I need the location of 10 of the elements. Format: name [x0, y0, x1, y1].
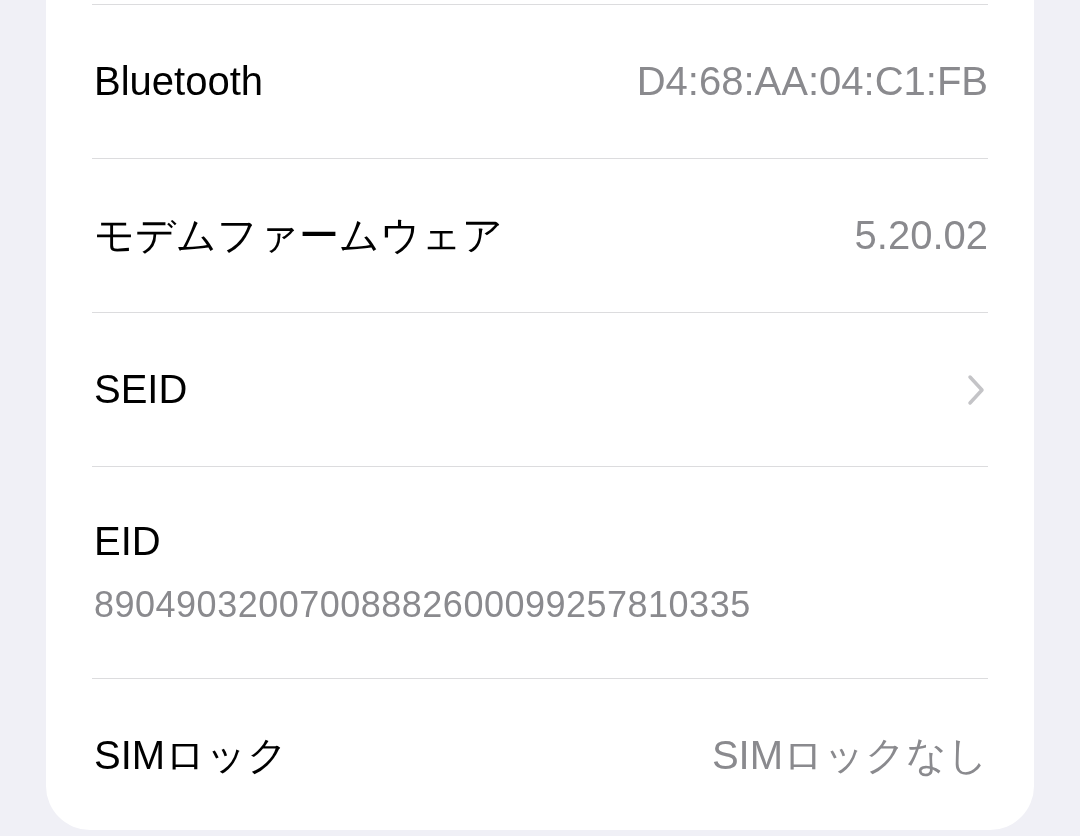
row-label: SIMロック — [94, 732, 289, 779]
row-label: モデムファームウェア — [94, 212, 503, 259]
row-value: SIMロックなし — [711, 732, 988, 779]
seid-row[interactable]: SEID — [92, 312, 988, 466]
row-value: D4:68:AA:04:C1:FB — [636, 59, 988, 104]
row-value: 89049032007008882600099257810335 — [94, 584, 751, 626]
chevron-icon — [966, 373, 986, 406]
row-value: 5.20.02 — [854, 213, 988, 258]
row-label: Bluetooth — [94, 59, 264, 104]
row-label: EID — [94, 519, 161, 564]
